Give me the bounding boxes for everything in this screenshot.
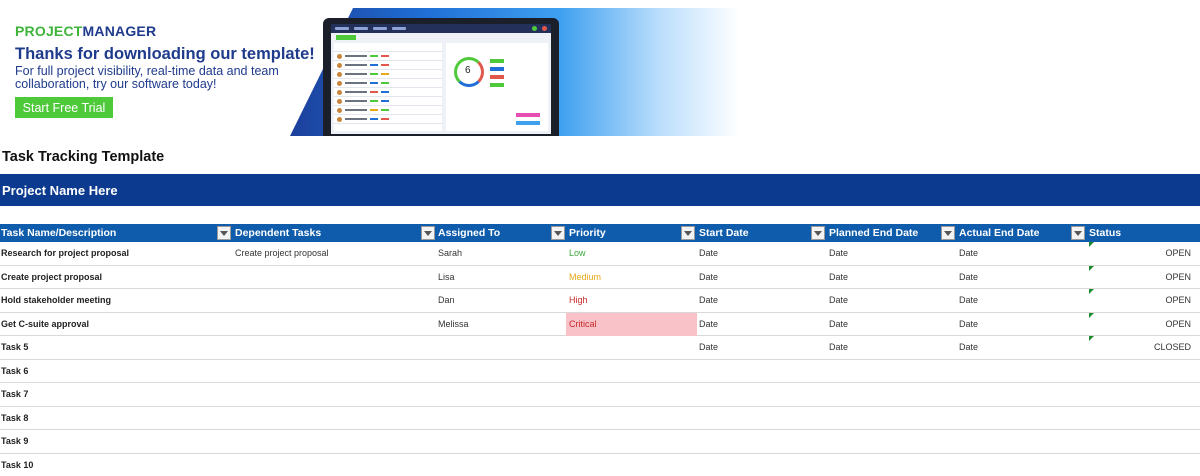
project-name-bar[interactable]: Project Name Here [0,174,1200,206]
priority-cell[interactable] [566,430,697,453]
header-start-date: Start Date [699,227,749,239]
dependent-tasks-cell[interactable]: Create project proposal [235,242,329,265]
projectmanager-logo: PROJECTMANAGER [15,23,156,39]
priority-cell[interactable]: High [566,289,697,312]
header-planned-end-date: Planned End Date [829,227,919,239]
priority-cell[interactable]: Low [566,242,697,265]
gauge-number: 6 [465,65,471,76]
assigned-to-cell[interactable]: Sarah [438,242,462,265]
priority-cell[interactable]: Medium [566,266,697,289]
header-task-name: Task Name/Description [1,227,117,239]
app-preview: 6 [331,24,551,134]
assigned-to-cell[interactable]: Lisa [438,266,455,289]
table-row: Task 6 [0,360,1200,383]
filter-dropdown-icon[interactable] [1071,226,1085,240]
banner-promo-text: For full project visibility, real-time d… [15,64,279,91]
table-header: Task Name/Description Dependent Tasks As… [0,224,1200,242]
sheet-title: Task Tracking Template [2,149,165,165]
task-name-cell[interactable]: Hold stakeholder meeting [1,289,111,312]
actual-end-date-cell[interactable]: Date [959,336,978,359]
priority-cell[interactable] [566,336,697,359]
banner-headline: Thanks for downloading our template! [15,45,315,63]
priority-cell[interactable] [566,407,697,430]
app-preview-toolbar [331,33,551,41]
logo-part-manager: MANAGER [82,23,157,39]
priority-cell[interactable] [566,383,697,406]
status-cell[interactable] [1089,454,1197,476]
table-row: Task 10 [0,454,1200,476]
task-name-cell[interactable]: Task 10 [1,454,33,476]
table-row: Task 7 [0,383,1200,407]
status-cell[interactable] [1089,360,1197,383]
table-row: Hold stakeholder meeting Dan High Date Date D… [0,289,1200,313]
start-date-cell[interactable]: Date [699,289,718,312]
project-name: Project Name Here [2,182,118,198]
table-row: Task 9 [0,430,1200,454]
planned-end-date-cell[interactable]: Date [829,289,848,312]
actual-end-date-cell[interactable]: Date [959,266,978,289]
filter-dropdown-icon[interactable] [421,226,435,240]
task-name-cell[interactable]: Task 6 [1,360,28,383]
header-priority: Priority [569,227,606,239]
status-cell[interactable]: OPEN [1089,266,1197,289]
filter-dropdown-icon[interactable] [681,226,695,240]
header-status: Status [1089,227,1122,239]
status-cell[interactable] [1089,407,1197,430]
actual-end-date-cell[interactable]: Date [959,242,978,265]
filter-dropdown-icon[interactable] [217,226,231,240]
header-dependent-tasks: Dependent Tasks [235,227,322,239]
filter-dropdown-icon[interactable] [551,226,565,240]
planned-end-date-cell[interactable]: Date [829,313,848,336]
table-row: Get C-suite approval Melissa Critical Date D… [0,312,1200,336]
status-cell[interactable] [1089,430,1197,453]
task-name-cell[interactable]: Task 9 [1,430,28,453]
task-name-cell[interactable]: Task 7 [1,383,28,406]
promo-banner: PROJECTMANAGER Thanks for downloading ou… [0,0,1200,140]
status-cell[interactable]: OPEN [1089,313,1197,336]
assigned-to-cell[interactable]: Melissa [438,313,469,336]
actual-end-date-cell[interactable]: Date [959,289,978,312]
task-name-cell[interactable]: Get C-suite approval [1,313,89,336]
start-date-cell[interactable]: Date [699,266,718,289]
start-date-cell[interactable]: Date [699,336,718,359]
actual-end-date-cell[interactable]: Date [959,313,978,336]
app-preview-task-list [334,43,442,131]
filter-dropdown-icon[interactable] [811,226,825,240]
table-row: Create project proposal Lisa Medium Date Dat… [0,265,1200,289]
header-actual-end-date: Actual End Date [959,227,1040,239]
priority-cell[interactable]: Critical [566,312,697,336]
laptop-screenshot-image: 6 [323,18,559,136]
status-cell[interactable]: CLOSED [1089,336,1197,359]
planned-end-date-cell[interactable]: Date [829,336,848,359]
app-preview-dashboard: 6 [446,43,548,131]
planned-end-date-cell[interactable]: Date [829,242,848,265]
start-date-cell[interactable]: Date [699,242,718,265]
filter-dropdown-icon[interactable] [941,226,955,240]
header-assigned-to: Assigned To [438,227,501,239]
table-row: Task 8 [0,407,1200,430]
assigned-to-cell[interactable]: Dan [438,289,455,312]
start-date-cell[interactable]: Date [699,313,718,336]
status-cell[interactable] [1089,383,1197,406]
priority-cell[interactable] [566,360,697,383]
logo-part-project: PROJECT [15,23,83,39]
start-free-trial-button[interactable]: Start Free Trial [15,97,113,118]
app-preview-nav [331,24,551,33]
status-cell[interactable]: OPEN [1089,242,1197,265]
task-name-cell[interactable]: Task 8 [1,407,28,430]
planned-end-date-cell[interactable]: Date [829,266,848,289]
table-row: Task 5 Date Date Date CLOSED [0,336,1200,360]
task-name-cell[interactable]: Task 5 [1,336,28,359]
task-name-cell[interactable]: Create project proposal [1,266,102,289]
priority-cell[interactable] [566,454,697,476]
table-row: Research for project proposal Create proj… [0,242,1200,266]
task-name-cell[interactable]: Research for project proposal [1,242,129,265]
status-cell[interactable]: OPEN [1089,289,1197,312]
